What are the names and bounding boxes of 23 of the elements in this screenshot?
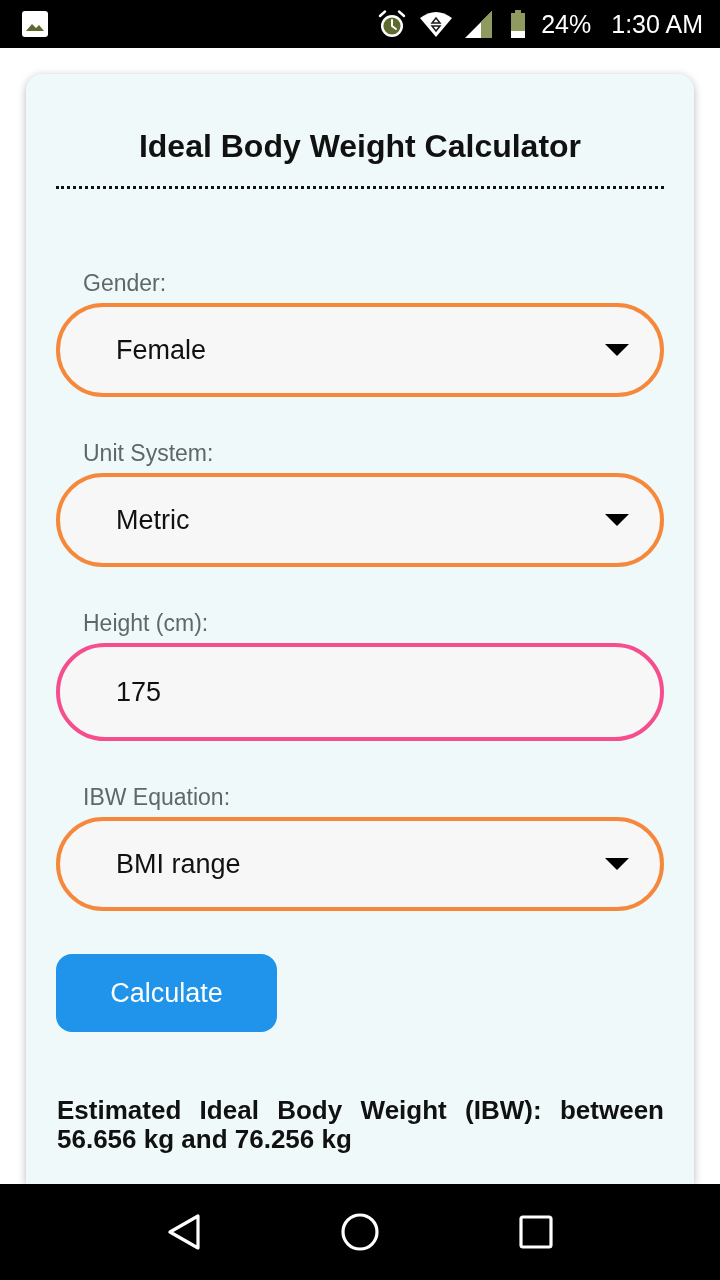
image-icon [22,11,48,37]
recent-apps-icon[interactable] [519,1215,553,1249]
clock-time: 1:30 AM [611,9,703,39]
field-label: IBW Equation: [83,783,231,811]
back-icon[interactable] [167,1214,201,1250]
dropdown-field[interactable]: BMI range [56,817,664,911]
home-icon[interactable] [341,1213,379,1251]
dropdown-field[interactable]: Metric [56,473,664,567]
dropdown-field[interactable]: Female [56,303,664,397]
field-label: Gender: [83,269,167,297]
battery-icon [511,10,526,38]
caret-icon [605,514,629,526]
caret-icon [605,858,629,870]
caret-icon [605,344,629,356]
signal-icon [465,10,493,38]
battery-percent: 24% [541,9,592,39]
field-label: Height (cm): [83,609,209,637]
wifi-icon [420,11,453,37]
input-field[interactable]: 175 [56,643,664,741]
result-text: Estimated Ideal Body Weight (IBW): between 56.656 kg and 76.256 kg [57,1096,664,1154]
card-title: Ideal Body Weight Calculator [137,127,583,166]
alarm-clock-icon [378,10,407,38]
field-label: Unit System: [83,439,214,467]
